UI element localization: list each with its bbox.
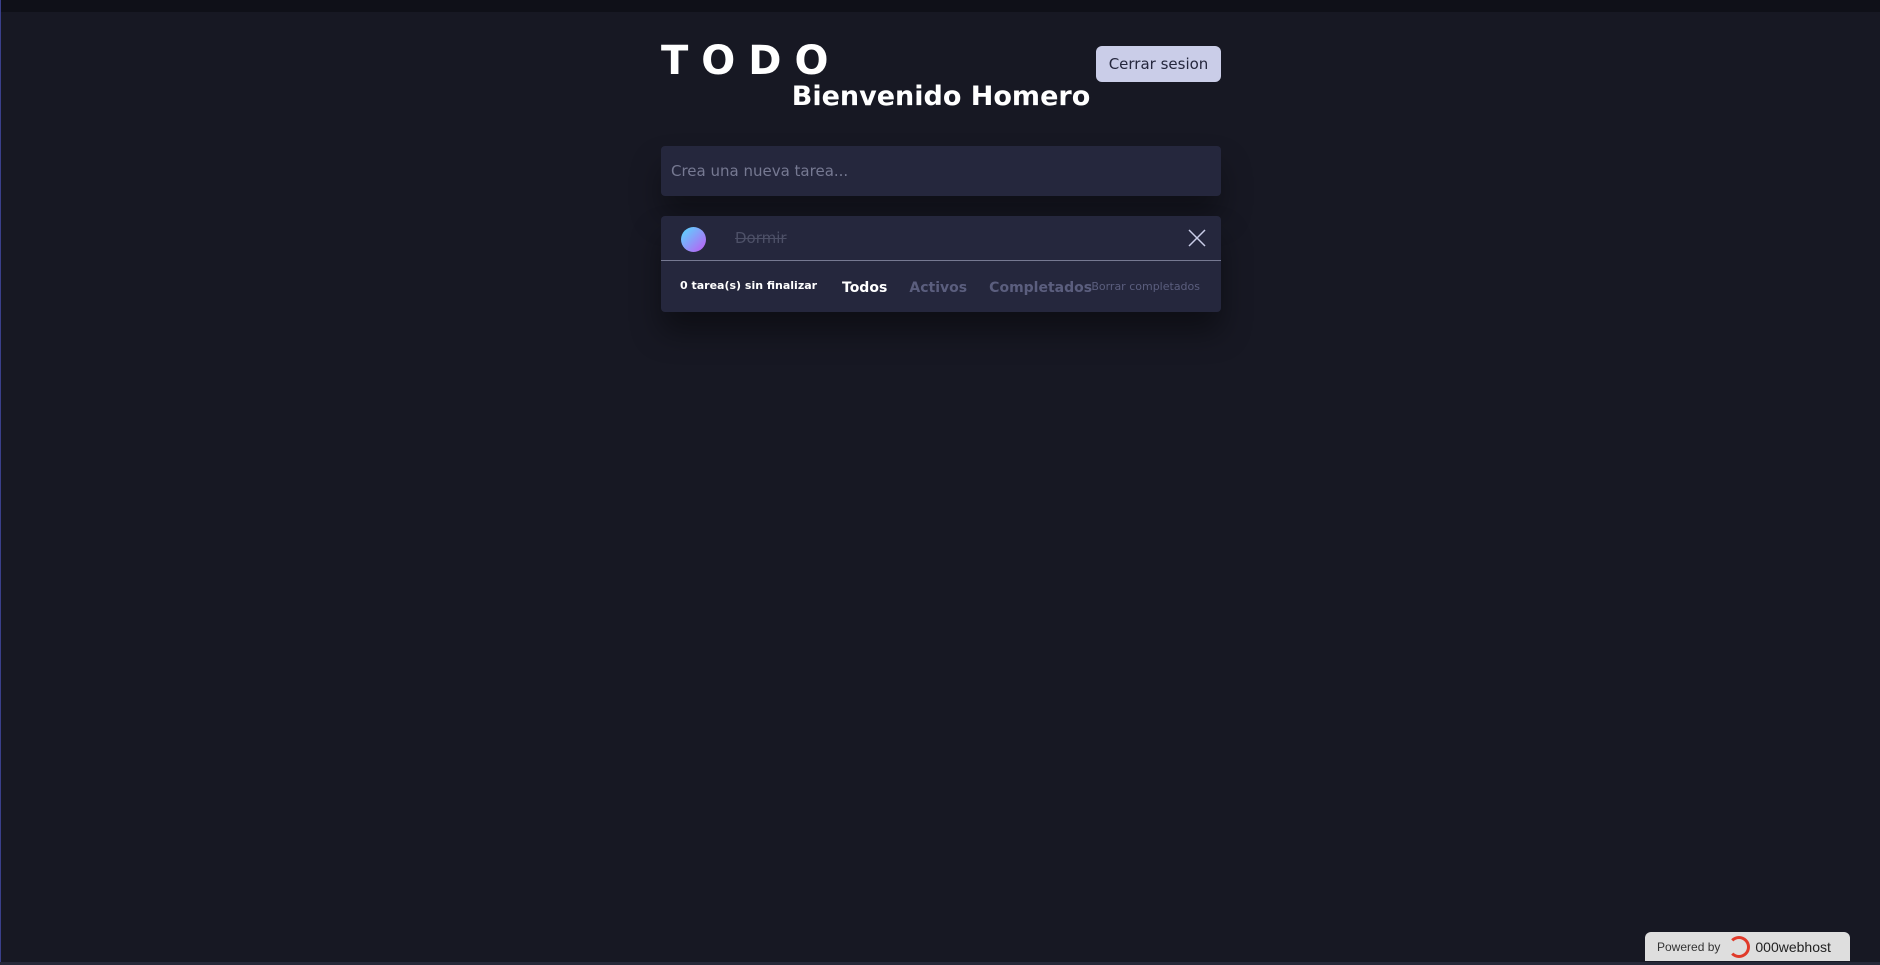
filter-group: Todos Activos Completados: [842, 277, 1109, 296]
new-task-input[interactable]: [661, 146, 1221, 196]
app-title: TODO: [661, 38, 842, 84]
clear-completed-button[interactable]: Borrar completados: [1091, 280, 1200, 293]
browser-top-strip: [0, 0, 1880, 12]
filter-todos[interactable]: Todos: [842, 280, 887, 296]
powered-by-label: Powered by: [1657, 939, 1721, 954]
todo-app: TODO Bienvenido Homero Cerrar sesion Dor…: [661, 40, 1221, 312]
task-list: Dormir 0 tarea(s) sin finalizar Todos Ac…: [661, 216, 1221, 312]
task-text: Dormir: [735, 229, 787, 247]
task-item: Dormir: [661, 216, 1221, 261]
filter-activos[interactable]: Activos: [909, 280, 967, 296]
pending-count: 0 tarea(s) sin finalizar: [680, 279, 818, 292]
filter-completados[interactable]: Completados: [989, 280, 1092, 296]
webhost-logo-icon: [1728, 935, 1751, 958]
powered-by-badge[interactable]: Powered by 000webhost: [1645, 932, 1850, 961]
window-left-edge: [0, 0, 1, 965]
logout-button[interactable]: Cerrar sesion: [1096, 46, 1221, 82]
header: TODO Bienvenido Homero Cerrar sesion: [661, 40, 1221, 128]
new-task-box: [661, 146, 1221, 196]
host-name: 000webhost: [1755, 938, 1831, 955]
check-circle-icon[interactable]: [681, 227, 706, 252]
close-icon[interactable]: [1187, 228, 1207, 248]
list-footer: 0 tarea(s) sin finalizar Todos Activos C…: [661, 261, 1221, 312]
welcome-message: Bienvenido Homero: [791, 81, 1091, 112]
